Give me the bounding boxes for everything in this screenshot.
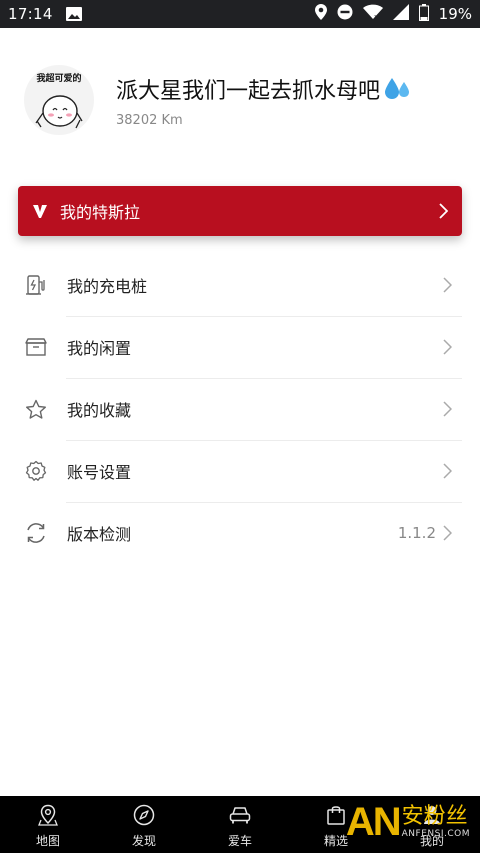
charging-pile-icon	[18, 274, 54, 296]
wifi-icon: x	[362, 4, 383, 24]
menu-item-label: 我的闲置	[67, 339, 132, 358]
image-icon	[65, 6, 83, 22]
profile-header[interactable]: 我超可爱的 派大星我们一起去抓水母吧 38202 Km	[24, 64, 464, 136]
car-icon	[228, 804, 252, 826]
tab-label: 发现	[131, 834, 156, 848]
battery-percent: 19%	[438, 5, 472, 23]
menu-item-label: 我的收藏	[67, 401, 132, 420]
status-time: 17:14	[8, 5, 53, 23]
status-icons: x 19%	[314, 3, 472, 25]
profile-mileage: 38202 Km	[116, 112, 183, 128]
menu-item-account-settings[interactable]: 账号设置	[18, 440, 462, 502]
gear-icon	[18, 460, 54, 482]
signal-icon	[392, 4, 409, 24]
refresh-icon	[18, 521, 54, 545]
menu-item-label: 我的充电桩	[67, 277, 148, 296]
chevron-right-icon	[438, 203, 448, 219]
svg-text:x: x	[374, 13, 378, 20]
star-icon	[18, 399, 54, 420]
menu-item-version-check[interactable]: 版本检测 1.1.2	[18, 502, 462, 564]
tab-my-car[interactable]: 爱车	[192, 796, 288, 853]
location-icon	[314, 4, 327, 24]
tesla-logo-icon	[32, 203, 48, 219]
bag-icon	[326, 804, 346, 826]
map-pin-icon	[38, 804, 58, 826]
menu-item-label: 账号设置	[67, 463, 132, 482]
avatar-face-icon	[35, 95, 83, 129]
avatar[interactable]: 我超可爱的	[24, 65, 94, 135]
box-icon	[18, 337, 54, 357]
tab-label: 地图	[35, 834, 60, 848]
compass-icon	[133, 804, 155, 826]
menu-item-favorites[interactable]: 我的收藏	[18, 378, 462, 440]
person-icon	[422, 804, 442, 826]
chevron-right-icon	[442, 339, 452, 355]
tab-label: 爱车	[227, 834, 252, 848]
tab-label: 精选	[323, 834, 348, 848]
tab-label: 我的	[419, 834, 444, 848]
tab-featured[interactable]: 精选	[288, 796, 384, 853]
battery-icon	[418, 3, 429, 25]
chevron-right-icon	[442, 277, 452, 293]
tab-map[interactable]: 地图	[0, 796, 96, 853]
menu-item-idle[interactable]: 我的闲置	[18, 316, 462, 378]
chevron-right-icon	[442, 463, 452, 479]
profile-name-text: 派大星我们一起去抓水母吧	[116, 78, 381, 104]
chevron-right-icon	[442, 401, 452, 417]
status-bar: 17:14 x 19%	[0, 0, 480, 28]
tab-mine[interactable]: 我的	[384, 796, 480, 853]
menu-item-charging-pile[interactable]: 我的充电桩	[18, 254, 462, 316]
do-not-disturb-icon	[337, 4, 353, 24]
version-number: 1.1.2	[397, 524, 436, 542]
profile-name: 派大星我们一起去抓水母吧	[116, 73, 412, 105]
chevron-right-icon	[442, 525, 452, 541]
menu-item-label: 版本检测	[67, 525, 132, 544]
tab-discover[interactable]: 发现	[96, 796, 192, 853]
my-tesla-label: 我的特斯拉	[60, 203, 141, 222]
bottom-tab-bar: 地图 发现 爱车 精选 我的	[0, 796, 480, 853]
menu-list: 我的充电桩 我的闲置 我的收藏 账号设置 版本检测 1.1.2	[18, 254, 462, 564]
my-tesla-card[interactable]: 我的特斯拉	[18, 186, 462, 236]
sweat-drops-icon	[382, 76, 412, 102]
